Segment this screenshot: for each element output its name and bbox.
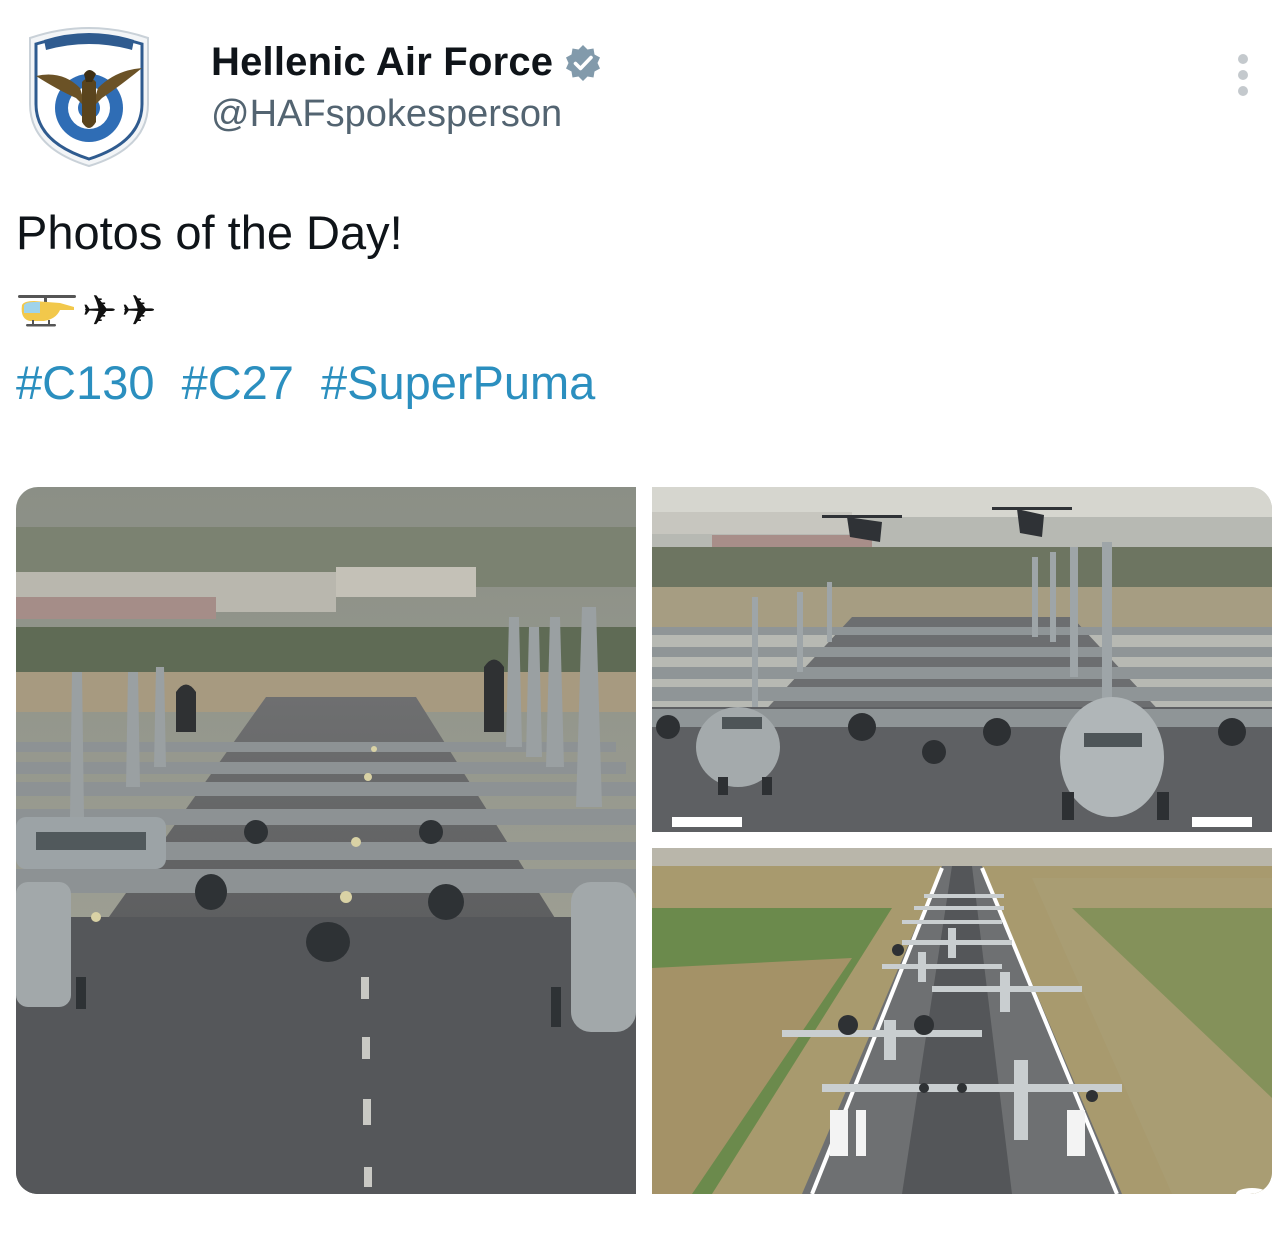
author-display-name[interactable]: Hellenic Air Force — [211, 40, 553, 85]
photo-c130-helicopters[interactable] — [652, 487, 1272, 832]
photo-c130-line[interactable] — [16, 487, 636, 1194]
helicopter-emoji-icon — [18, 295, 76, 327]
airplane-emoji-icon: ✈ — [121, 287, 157, 334]
airplane-emoji-icon: ✈ — [82, 287, 118, 334]
photo-runway-aerial[interactable] — [652, 848, 1272, 1194]
post-text: Photos of the Day! — [16, 206, 403, 259]
air-force-emblem-icon — [29, 27, 149, 168]
hashtag-c130[interactable]: #C130 — [16, 356, 155, 409]
photo-c130-line-image — [16, 487, 636, 1194]
photo-runway-aerial-image — [652, 848, 1272, 1194]
avatar[interactable] — [22, 24, 156, 168]
hashtag-c27[interactable]: #C27 — [182, 356, 294, 409]
emoji-row: ✈ ✈ — [16, 290, 156, 332]
photo-c130-helicopters-image — [652, 487, 1272, 832]
media-grid — [16, 487, 1272, 1194]
hashtag-row: #C130 #C27 #SuperPuma — [16, 355, 609, 410]
more-options-icon[interactable] — [1228, 54, 1258, 104]
verified-badge-icon — [566, 44, 601, 81]
author-handle[interactable]: @HAFspokesperson — [211, 93, 562, 136]
hashtag-superpuma[interactable]: #SuperPuma — [321, 356, 595, 409]
author-name-row[interactable]: Hellenic Air Force — [211, 40, 603, 85]
